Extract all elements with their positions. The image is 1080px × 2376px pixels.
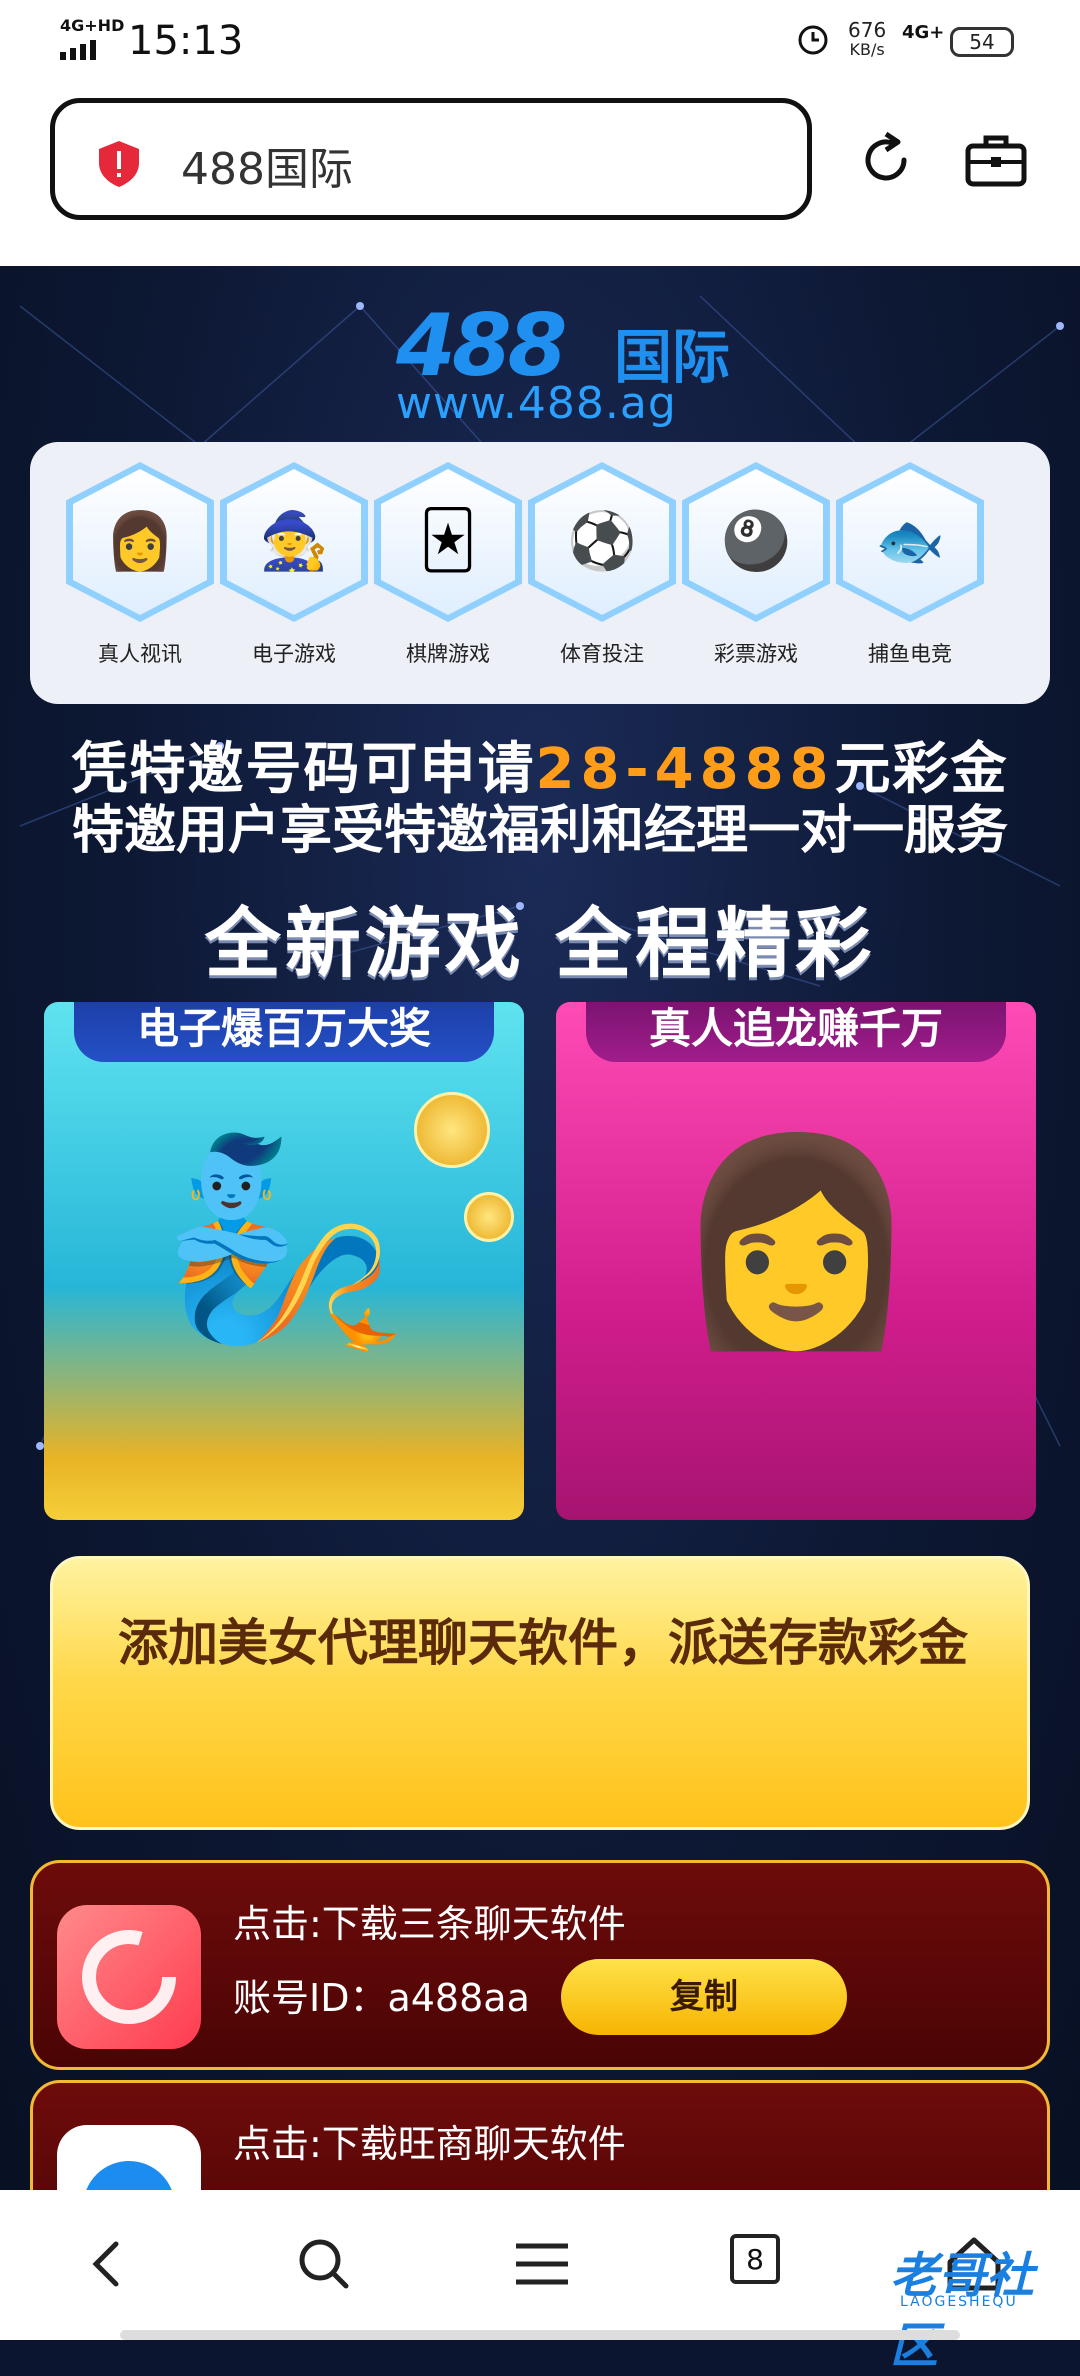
agent-chat-button[interactable]: 添加美女代理聊天软件，派送存款彩金 (50, 1556, 1030, 1830)
category-fishing[interactable]: 🐟 捕鱼电竞 (836, 462, 984, 692)
battery-indicator: 54 (950, 27, 1014, 57)
category-cards[interactable]: 🃏 棋牌游戏 (374, 462, 522, 692)
url-field[interactable]: 488国际 (50, 98, 812, 220)
watermark-sub: LAOGESHEQU (900, 2294, 1018, 2310)
category-label: 体育投注 (560, 642, 644, 666)
category-slots[interactable]: 🧙 电子游戏 (220, 462, 368, 692)
category-label: 棋牌游戏 (406, 642, 490, 666)
account-id: 账号ID：a488aa (233, 1967, 530, 2022)
download-row-wangshang[interactable]: 点击:下载旺商聊天软件 (30, 2080, 1050, 2190)
lottery-icon: 🎱 (721, 509, 791, 574)
clock: 15:13 (128, 18, 244, 64)
tabs-button[interactable]: 8 (730, 2234, 780, 2284)
category-lottery[interactable]: 🎱 彩票游戏 (682, 462, 830, 692)
account-label: 账号ID： (233, 1976, 388, 2020)
live-casino-banner[interactable]: 真人追龙赚千万 👩 (556, 1002, 1036, 1520)
dealer-character-icon: 👩 (671, 1125, 921, 1358)
bottom-nav: 8 老哥社区 LAOGESHEQU (0, 2190, 1080, 2374)
slogan: 全新游戏 全程精彩 (204, 899, 876, 988)
reload-icon[interactable] (856, 130, 916, 190)
santiao-app-icon[interactable] (57, 1905, 201, 2049)
banner-title: 真人追龙赚千万 (586, 1002, 1006, 1062)
alarm-icon (798, 25, 828, 55)
browser-toolbar: 488国际 (0, 90, 1080, 266)
app-glyph (82, 1930, 176, 2024)
wangshang-app-icon[interactable] (57, 2125, 201, 2190)
download-row-santiao[interactable]: 点击:下载三条聊天软件 账号ID：a488aa 复制 (30, 1860, 1050, 2070)
agent-chat-text: 添加美女代理聊天软件，派送存款彩金 (118, 1614, 968, 1672)
category-live-casino[interactable]: 👩 真人视讯 (66, 462, 214, 692)
category-label: 真人视讯 (98, 642, 182, 666)
status-bar: 4G+HD 15:13 676 KB/s 4G+ 54 (0, 0, 1080, 90)
account-value: a488aa (387, 1976, 530, 2020)
network-type-label: 4G+HD (60, 16, 125, 35)
logo-url: www.488.ag (396, 378, 677, 429)
back-icon[interactable] (76, 2232, 140, 2296)
url-text[interactable]: 488国际 (181, 133, 353, 197)
category-label: 彩票游戏 (714, 642, 798, 666)
signal-icon (60, 40, 96, 60)
category-panel: 👩 真人视讯 🧙 电子游戏 🃏 棋牌游戏 ⚽ 体育投注 🎱 彩票游戏 🐟 捕鱼电… (30, 442, 1050, 704)
dealer-icon: 👩 (105, 509, 175, 574)
wizard-slot-icon: 🧙 (259, 509, 329, 574)
download-title: 点击:下载旺商聊天软件 (233, 2122, 626, 2166)
security-shield-icon[interactable] (99, 141, 139, 187)
copy-button[interactable]: 复制 (561, 1959, 847, 2035)
web-page: 488 国际 www.488.ag 👩 真人视讯 🧙 电子游戏 🃏 棋牌游戏 ⚽… (0, 266, 1080, 2190)
genie-character-icon: 🧞 (159, 1125, 409, 1358)
banner-title: 电子爆百万大奖 (74, 1002, 494, 1062)
network-speed: 676 KB/s (848, 20, 886, 60)
promo-line-2: 特邀用户享受特邀福利和经理一对一服务 (71, 801, 1008, 861)
search-icon[interactable] (292, 2232, 356, 2296)
card-king-icon: 🃏 (419, 508, 477, 573)
slots-banner[interactable]: 电子爆百万大奖 🧞 (44, 1002, 524, 1520)
category-sports[interactable]: ⚽ 体育投注 (528, 462, 676, 692)
briefcase-icon[interactable] (964, 132, 1028, 188)
category-label: 电子游戏 (252, 642, 336, 666)
app-glyph (86, 2161, 172, 2190)
gesture-bar (120, 2330, 960, 2340)
category-label: 捕鱼电竞 (868, 642, 952, 666)
speed-unit: KB/s (849, 40, 885, 59)
sports-icon: ⚽ (567, 509, 637, 574)
network-type-right: 4G+ (902, 22, 945, 43)
speed-value: 676 (848, 18, 887, 42)
menu-icon[interactable] (510, 2232, 574, 2296)
download-title: 点击:下载三条聊天软件 (233, 1902, 626, 1946)
fish-icon: 🐟 (875, 509, 945, 574)
